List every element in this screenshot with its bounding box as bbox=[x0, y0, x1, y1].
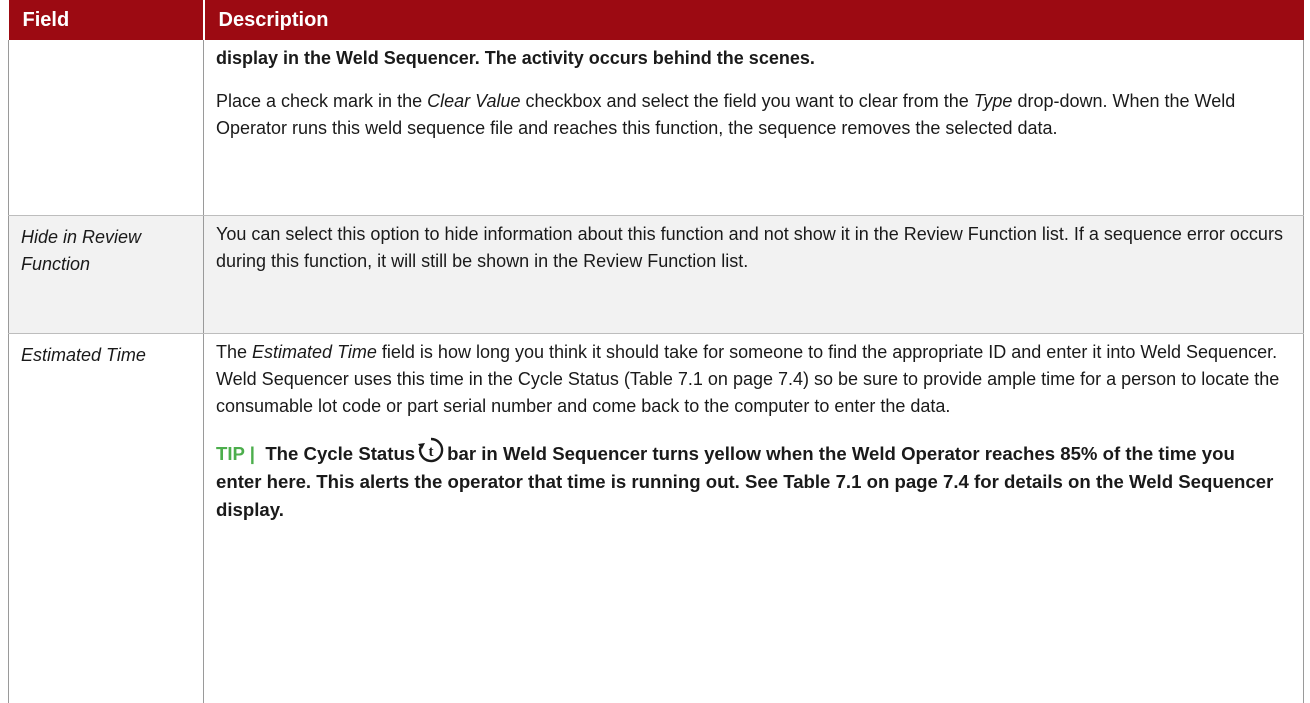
field-cell bbox=[8, 40, 204, 216]
description-cell: display in the Weld Sequencer. The activ… bbox=[203, 40, 1304, 216]
field-description-table: Field Description display in the Weld Se… bbox=[8, 0, 1304, 703]
tip-paragraph: TIP | The Cycle Status t bar in Weld Seque… bbox=[216, 436, 1283, 524]
table-header-row: Field Description bbox=[8, 0, 1304, 40]
table-row: Hide in Review Function You can select t… bbox=[8, 215, 1304, 334]
header-field: Field bbox=[8, 0, 205, 40]
field-cell: Estimated Time bbox=[8, 333, 204, 703]
table-row: Estimated Time The Estimated Time field … bbox=[8, 333, 1304, 703]
field-cell: Hide in Review Function bbox=[8, 215, 204, 334]
description-text: The Estimated Time field is how long you… bbox=[216, 341, 1280, 416]
description-text: You can select this option to hide infor… bbox=[216, 223, 1283, 271]
tip-label: TIP | bbox=[216, 442, 255, 464]
description-cell: The Estimated Time field is how long you… bbox=[203, 333, 1304, 703]
description-bold-text: display in the Weld Sequencer. The activ… bbox=[216, 48, 815, 68]
timer-icon: t bbox=[417, 436, 445, 464]
description-text: Place a check mark in the Clear Value ch… bbox=[216, 91, 1236, 138]
table-row: display in the Weld Sequencer. The activ… bbox=[8, 40, 1304, 216]
svg-text:t: t bbox=[429, 444, 434, 460]
header-description: Description bbox=[203, 0, 1304, 40]
description-cell: You can select this option to hide infor… bbox=[203, 215, 1304, 334]
